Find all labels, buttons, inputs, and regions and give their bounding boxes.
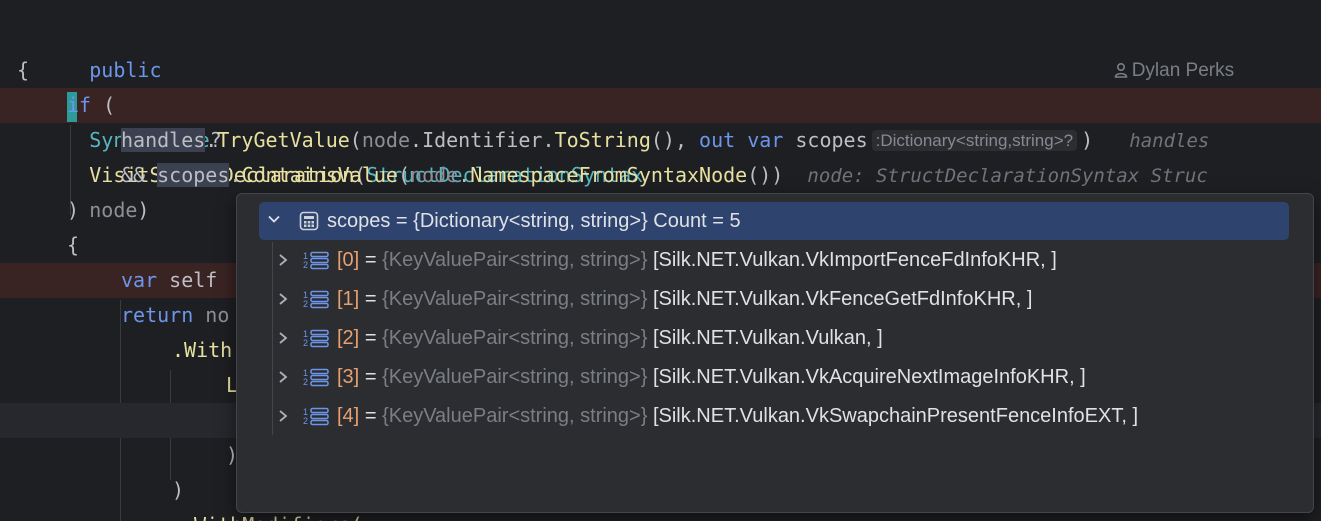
open-paren: ( <box>349 128 362 152</box>
debug-value-hint: handles <box>1129 130 1210 152</box>
item-equals: = <box>364 366 377 388</box>
item-value: [Silk.NET.Vulkan.VkFenceGetFdInfoKHR, ] <box>652 288 1033 310</box>
list-icon: 12 <box>303 407 329 426</box>
item-index: [1] <box>337 288 360 310</box>
return-fragment: no <box>205 303 230 327</box>
debug-item-row[interactable]: 1 2 [4] = {KeyValuePair<string, string>} [… <box>277 398 1138 434</box>
self-identifier: self <box>169 268 218 292</box>
svg-text:2: 2 <box>303 377 308 387</box>
item-value: [Silk.NET.Vulkan.VkImportFenceFdInfoKHR,… <box>652 249 1057 271</box>
scopes-identifier[interactable]: scopes <box>157 163 230 187</box>
debug-value-popup[interactable]: scopes = {Dictionary<string, string>} Co… <box>236 193 1314 513</box>
dot: . <box>410 128 423 152</box>
item-value: [Silk.NET.Vulkan.Vulkan, ] <box>652 327 883 349</box>
scopes-declaration[interactable]: scopes <box>795 128 867 152</box>
and-operator: && <box>121 163 146 187</box>
chevron-down-icon[interactable] <box>267 202 281 240</box>
item-value: [Silk.NET.Vulkan.VkAcquireNextImageInfoK… <box>652 366 1086 388</box>
dot: . <box>542 128 555 152</box>
popup-header-row[interactable]: scopes = {Dictionary<string, string>} Co… <box>259 202 1289 240</box>
list-icon: 12 <box>303 368 329 387</box>
item-index: [3] <box>337 366 360 388</box>
type-inlay-hint: :Dictionary<string,string>? <box>871 130 1078 151</box>
with-fragment: .With <box>172 338 233 362</box>
item-index: [0] <box>337 249 360 271</box>
open-paren: ( <box>397 163 411 187</box>
item-equals: = <box>364 405 377 427</box>
if-paren: ( <box>91 93 116 117</box>
identifier-property: Identifier <box>422 128 543 152</box>
code-line-signature[interactable]: public override SyntaxNode? VisitStructD… <box>0 18 1321 222</box>
namespace-call: NamespaceFromSyntaxNode <box>470 163 748 187</box>
item-equals: = <box>364 288 377 310</box>
item-equals: = <box>364 249 377 271</box>
chevron-right-icon[interactable] <box>277 244 297 280</box>
tree-guide-line <box>272 242 273 435</box>
item-equals: = <box>364 327 377 349</box>
svg-text:2: 2 <box>303 416 308 426</box>
paren-close: ) <box>67 198 80 222</box>
node-identifier: node <box>410 163 459 187</box>
object-icon <box>299 211 319 231</box>
debug-item-row[interactable]: 1 2 [2] = {KeyValuePair<string, string>} [… <box>277 320 883 356</box>
debug-item-row[interactable]: 1 2 [1] = {KeyValuePair<string, string>} [… <box>277 281 1032 317</box>
debug-item-row[interactable]: 1 2 [0] = {KeyValuePair<string, string>} [… <box>277 242 1057 278</box>
keyword-var: var <box>121 268 158 292</box>
item-value: [Silk.NET.Vulkan.VkSwapchainPresentFence… <box>652 405 1139 427</box>
dot: . <box>229 163 242 187</box>
keyword-if: if <box>67 93 92 117</box>
item-type: {KeyValuePair<string, string>} <box>382 327 648 349</box>
item-type: {KeyValuePair<string, string>} <box>382 288 648 310</box>
code-line-trygetvalue[interactable]: handles.TryGetValue(node.Identifier.ToSt… <box>0 123 1321 158</box>
keyword-return: return <box>121 303 194 327</box>
close-parens: ()) <box>747 163 784 187</box>
brace-open: { <box>67 233 80 257</box>
dot: . <box>205 128 218 152</box>
brace-open: { <box>17 58 30 82</box>
list-icon: 12 <box>303 290 329 309</box>
popup-header-text: scopes = {Dictionary<string, string>} Co… <box>327 210 741 232</box>
code-line-brace-open[interactable]: { <box>0 53 1321 88</box>
call-parens: (), <box>650 128 700 152</box>
svg-text:2: 2 <box>303 260 308 270</box>
close-paren: ) <box>1081 128 1094 152</box>
chevron-right-icon[interactable] <box>277 322 297 358</box>
item-index: [2] <box>337 327 360 349</box>
debug-item-row[interactable]: 1 2 [3] = {KeyValuePair<string, string>} [… <box>277 359 1086 395</box>
debug-value-hint: node: StructDeclarationSyntax Struc <box>807 165 1208 187</box>
item-type: {KeyValuePair<string, string>} <box>382 366 648 388</box>
paren-close: ) <box>172 478 185 502</box>
item-type: {KeyValuePair<string, string>} <box>382 405 648 427</box>
list-icon: 12 <box>303 251 329 270</box>
chevron-right-icon[interactable] <box>277 400 297 436</box>
svg-text:2: 2 <box>303 338 308 348</box>
keyword-var: var <box>747 128 784 152</box>
keyword-out: out <box>699 128 736 152</box>
code-editor[interactable]: public override SyntaxNode? VisitStructD… <box>0 0 1321 521</box>
code-line-if[interactable]: if ( <box>0 88 1321 123</box>
item-index: [4] <box>337 405 360 427</box>
svg-text:2: 2 <box>303 299 308 309</box>
item-type: {KeyValuePair<string, string>} <box>382 249 648 271</box>
trygetvalue-call: TryGetValue <box>217 128 350 152</box>
chevron-right-icon[interactable] <box>277 283 297 319</box>
code-line-containsvalue[interactable]: && scopes.ContainsValue(node.NamespaceFr… <box>0 158 1321 193</box>
tostring-call: ToString <box>554 128 651 152</box>
dot: . <box>458 163 471 187</box>
chevron-right-icon[interactable] <box>277 361 297 397</box>
node-identifier: node <box>361 128 411 152</box>
containsvalue-call: ContainsValue <box>241 163 398 187</box>
handles-identifier[interactable]: handles <box>121 128 206 152</box>
list-icon: 12 <box>303 329 329 348</box>
